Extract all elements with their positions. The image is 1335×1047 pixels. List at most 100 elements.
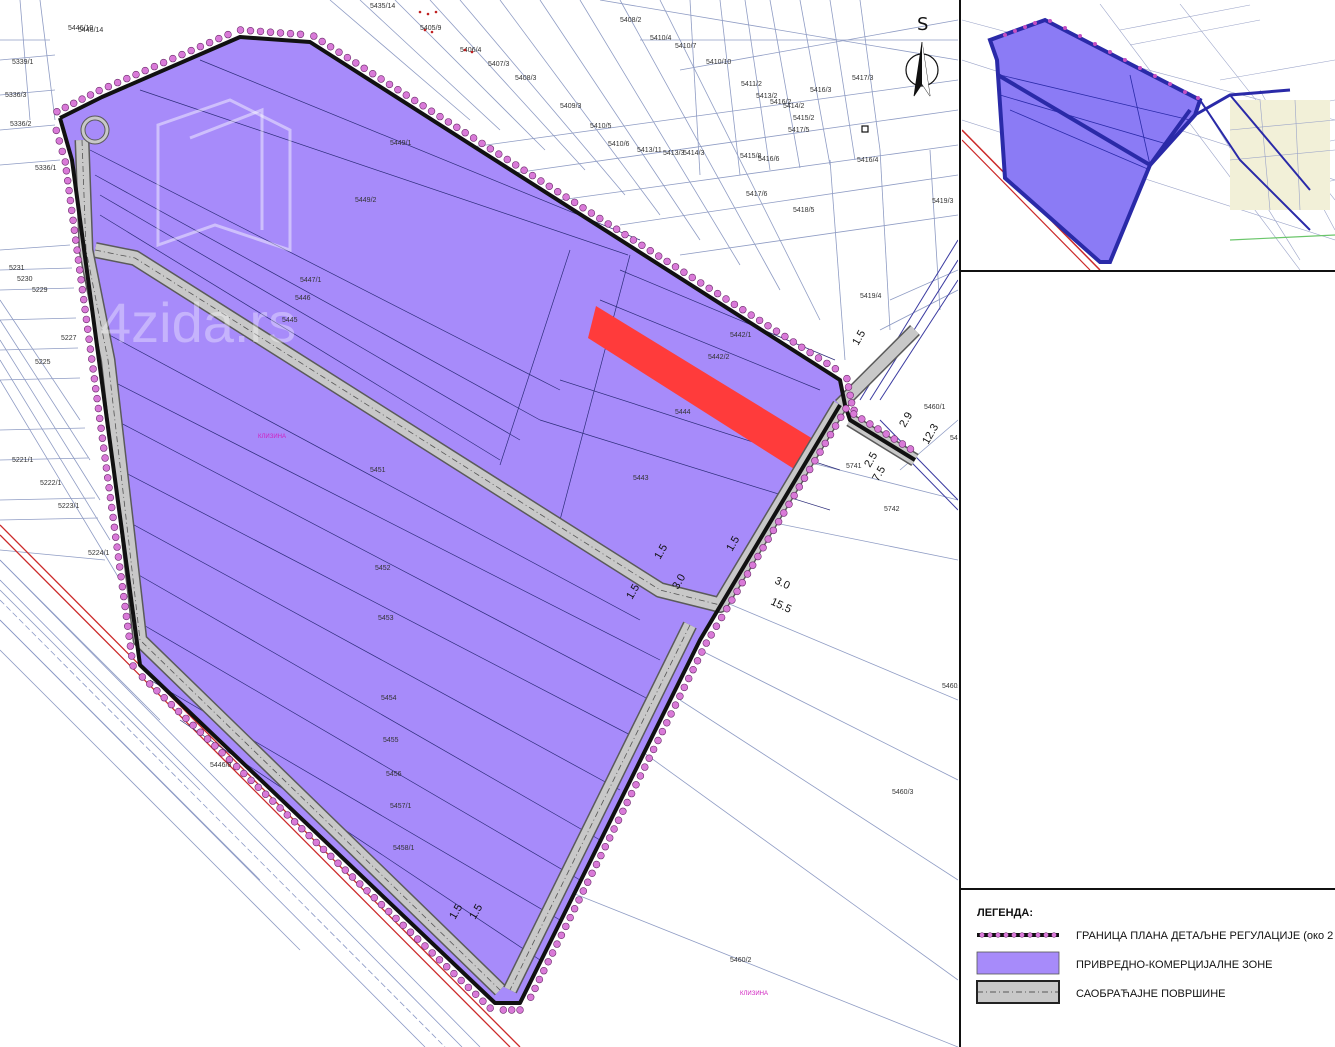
boundary-dot xyxy=(795,483,803,491)
parcel-number-label: 5339/1 xyxy=(12,59,34,66)
boundary-dot xyxy=(99,444,108,452)
legend-label-zone: ПРИВРЕДНО-КОМЕРЦИЈАЛНЕ ЗОНЕ xyxy=(1076,959,1273,971)
boundary-dot xyxy=(890,435,898,443)
parcel-number-label: 5435/14 xyxy=(370,3,395,10)
parcel-number-label: 5460/2 xyxy=(730,957,752,964)
parcel-number-label: 5413/11 xyxy=(637,147,662,154)
boundary-dot xyxy=(352,59,360,67)
boundary-dot xyxy=(97,424,105,432)
boundary-dot xyxy=(450,969,458,978)
parcel-number-label: 5446/8 xyxy=(210,762,232,769)
boundary-dot xyxy=(106,493,115,502)
boundary-dot xyxy=(811,457,819,465)
boundary-dot xyxy=(123,74,131,83)
boundary-dot xyxy=(122,612,131,621)
boundary-dot xyxy=(882,430,890,438)
parcel-number-label: 5410/5 xyxy=(590,123,612,130)
boundary-dot xyxy=(537,177,545,185)
parcel-number-label: 5418/5 xyxy=(793,207,815,214)
boundary-dot xyxy=(69,99,78,108)
legend-item-zone: ПРИВРЕДНО-КОМЕРЦИЈАЛНЕ ЗОНЕ xyxy=(976,951,1273,975)
boundary-dot xyxy=(858,415,866,423)
boundary-dot xyxy=(769,526,778,535)
parcel-number-label: 5446 xyxy=(295,295,311,302)
boundary-dot xyxy=(102,464,111,472)
boundary-dot xyxy=(123,622,132,630)
boundary-dot xyxy=(319,845,328,854)
boundary-dot xyxy=(713,289,722,298)
boundary-dot xyxy=(111,533,120,541)
boundary-dot xyxy=(739,306,747,314)
boundary-dot xyxy=(680,268,688,276)
boundary-dot xyxy=(138,673,147,681)
boundary-dot xyxy=(70,226,79,234)
boundary-dot xyxy=(658,727,667,736)
boundary-dot xyxy=(146,680,154,688)
boundary-dot xyxy=(604,220,612,228)
boundary-dot xyxy=(641,763,649,771)
boundary-dot xyxy=(486,1004,494,1012)
parcel-number-label: 5458/1 xyxy=(393,845,415,852)
parcel-number-label: 5449/2 xyxy=(355,197,377,204)
boundary-dot xyxy=(370,893,378,902)
parcel-number-label: 5457/1 xyxy=(390,803,412,810)
boundary-dot xyxy=(688,273,696,282)
legend-item-road: САОБРАЋАЈНЕ ПОВРШИНЕ xyxy=(976,980,1225,1004)
boundary-dot xyxy=(343,53,352,62)
boundary-dot xyxy=(121,602,129,611)
boundary-dot xyxy=(86,91,95,99)
boundary-dot xyxy=(479,997,487,1005)
boundary-dot xyxy=(553,188,562,196)
parcel-number-label: 5417/6 xyxy=(746,191,768,198)
boundary-dot xyxy=(236,26,245,34)
boundary-dot xyxy=(638,241,646,250)
boundary-dot xyxy=(369,69,377,78)
parcel-number-label: 5336/2 xyxy=(10,121,32,128)
boundary-dot xyxy=(110,523,119,531)
boundary-dot xyxy=(508,1006,516,1014)
boundary-dot xyxy=(723,605,731,613)
parcel-number-label: 5444 xyxy=(675,409,691,416)
boundary-dot xyxy=(104,82,113,91)
boundary-dot xyxy=(232,762,241,771)
boundary-dot xyxy=(150,62,159,71)
boundary-dot xyxy=(67,206,76,215)
boundary-dot xyxy=(87,355,96,363)
boundary-dot xyxy=(167,700,176,709)
parcel-number-label: 5452 xyxy=(375,565,391,572)
boundary-dot xyxy=(588,869,596,877)
boundary-dot xyxy=(696,279,705,287)
boundary-dot xyxy=(178,50,186,59)
boundary-dot xyxy=(774,517,783,526)
parcel-number-label: 5443 xyxy=(633,475,649,482)
parcel-number-label: 5417/3 xyxy=(852,75,874,82)
boundary-dot xyxy=(247,776,255,785)
boundary-dot xyxy=(528,171,537,180)
parcel-number-label: 5414/3 xyxy=(683,150,705,157)
boundary-dot xyxy=(457,976,465,985)
parcel-number-label: 5231 xyxy=(9,265,25,272)
boundary-dot xyxy=(764,535,772,543)
boundary-dot xyxy=(748,561,757,569)
boundary-dot xyxy=(286,29,295,38)
boundary-dot xyxy=(363,887,371,895)
boundary-dot xyxy=(153,687,161,695)
boundary-dot xyxy=(747,311,755,319)
parcel-number-label: 5230 xyxy=(17,276,33,283)
boundary-dot xyxy=(649,745,658,754)
parcel-number-label: 5411/2 xyxy=(741,81,762,88)
boundary-dot xyxy=(113,543,121,551)
boundary-dot xyxy=(89,365,97,373)
boundary-dot xyxy=(77,276,85,284)
boundary-dot xyxy=(705,284,713,292)
boundary-dot xyxy=(544,958,552,966)
boundary-dot xyxy=(553,940,561,948)
parcel-number-label: 5413/2 xyxy=(756,93,778,100)
boundary-dot xyxy=(240,769,248,778)
boundary-dot xyxy=(327,852,335,860)
boundary-dot xyxy=(579,204,587,212)
boundary-dot xyxy=(816,448,824,456)
boundary-dot xyxy=(377,900,386,909)
parcel-number-label: 5229 xyxy=(32,287,48,294)
zone-name-label: КЛИЗИНА xyxy=(258,434,286,440)
